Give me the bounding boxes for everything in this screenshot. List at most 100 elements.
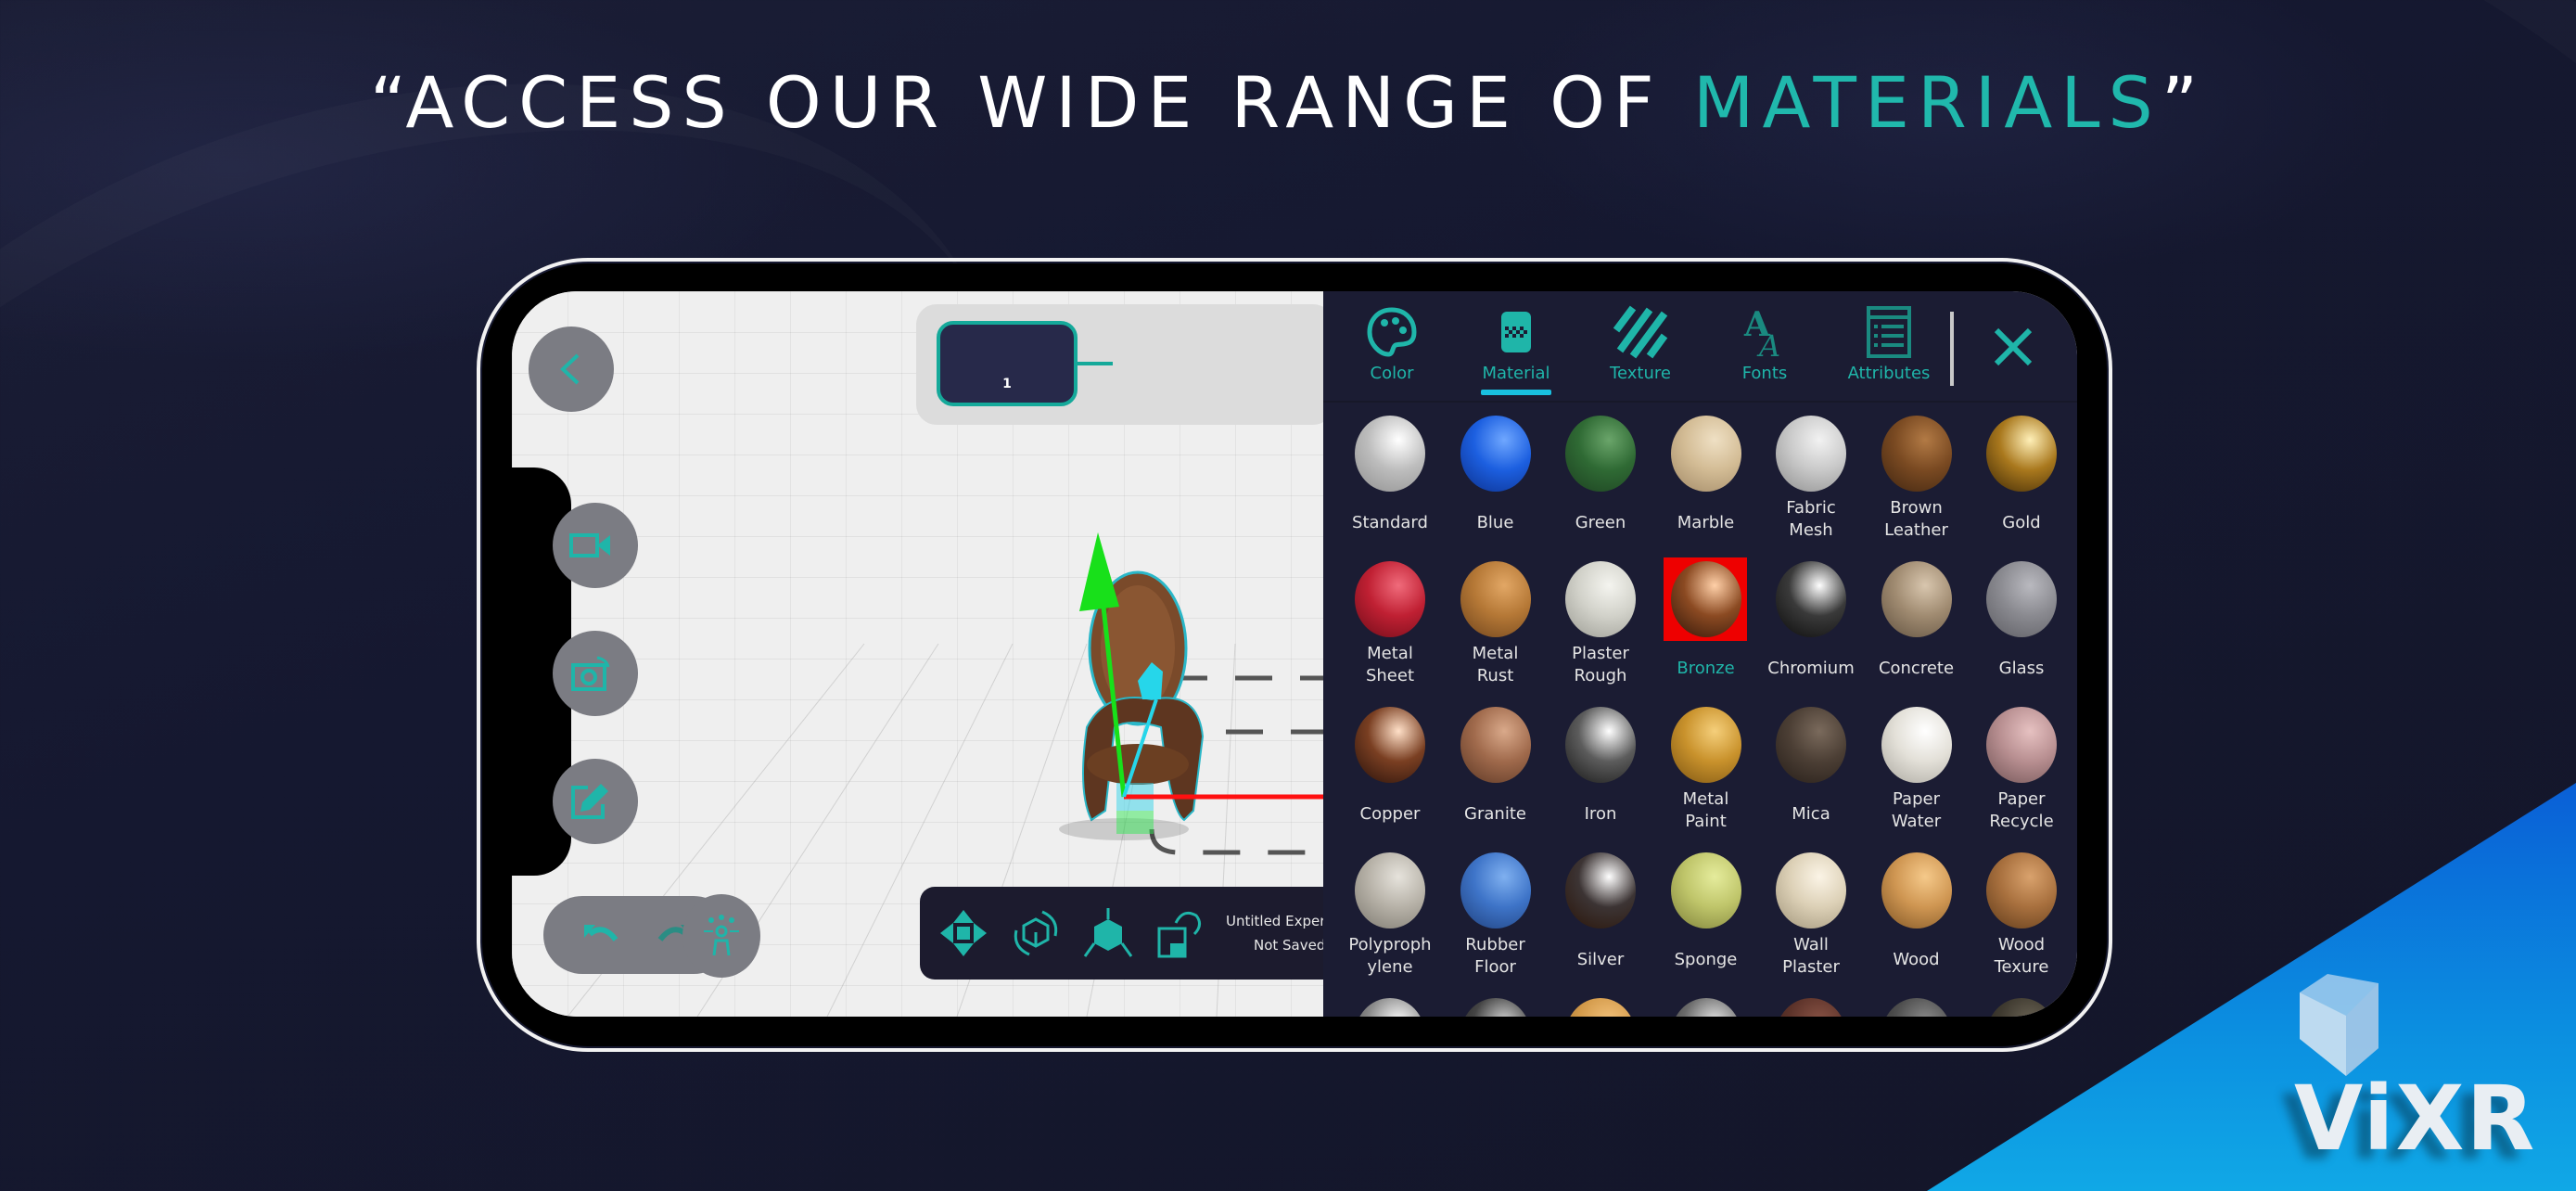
svg-text:A: A: [1756, 328, 1780, 360]
material-sphere: [1986, 416, 2057, 492]
material-sphere: [1355, 707, 1425, 783]
material-label: Blue: [1476, 513, 1514, 532]
tab-divider: [1950, 312, 1954, 386]
material-item[interactable]: Glass: [1970, 561, 2073, 700]
material-item[interactable]: Gold: [1970, 416, 2073, 555]
material-item[interactable]: Chromium: [1759, 561, 1863, 700]
rotate-cube-icon[interactable]: [1009, 906, 1063, 960]
material-item[interactable]: Metal Sheet: [1338, 561, 1442, 700]
material-label: Gold: [2002, 513, 2041, 532]
material-item[interactable]: Iron: [1549, 707, 1652, 846]
close-icon[interactable]: [1983, 317, 2043, 377]
gizmo-y-arrow[interactable]: [1079, 532, 1119, 611]
material-label: Metal Sheet: [1365, 644, 1415, 685]
material-item[interactable]: [1759, 998, 1863, 1017]
headline-prefix: “ACCESS OUR WIDE RANGE OF: [369, 61, 1693, 144]
headline-suffix: ”: [2161, 61, 2207, 144]
material-sphere: [1776, 852, 1846, 928]
material-sphere: [1776, 561, 1846, 637]
material-label: Wood: [1893, 950, 1940, 969]
material-item[interactable]: [1338, 998, 1442, 1017]
material-item[interactable]: Silver: [1549, 852, 1652, 992]
fonts-icon: AA: [1743, 305, 1780, 360]
scene-hierarchy-button[interactable]: [682, 894, 760, 978]
material-sphere: [1776, 998, 1846, 1017]
material-item[interactable]: Paper Water: [1865, 707, 1969, 846]
material-label: Fabric Mesh: [1786, 498, 1836, 540]
timeline-node[interactable]: 1: [937, 321, 1078, 406]
material-item[interactable]: Granite: [1444, 707, 1548, 846]
material-item[interactable]: Polyproph ylene: [1338, 852, 1442, 992]
material-item[interactable]: Rubber Floor: [1444, 852, 1548, 992]
move-arrows-icon[interactable]: [937, 906, 990, 960]
material-item[interactable]: [1444, 998, 1548, 1017]
material-sphere: [1355, 998, 1425, 1017]
3d-viewport[interactable]: 1 Untitled Exper Not Saved: [512, 291, 1333, 1017]
document-info: Untitled Exper Not Saved: [1226, 909, 1325, 957]
material-label: Green: [1575, 513, 1626, 532]
record-video-button[interactable]: [553, 503, 638, 588]
material-sphere: [1670, 707, 1741, 783]
tab-fonts[interactable]: AA Fonts: [1709, 304, 1820, 397]
material-item[interactable]: Metal Paint: [1654, 707, 1758, 846]
tab-material[interactable]: Material: [1460, 304, 1572, 397]
vixr-cube-icon: [2300, 974, 2378, 1076]
material-label: Concrete: [1878, 659, 1955, 678]
tab-color[interactable]: Color: [1336, 304, 1447, 397]
material-sphere: [1986, 561, 2057, 637]
material-item[interactable]: Wood: [1865, 852, 1969, 992]
back-button[interactable]: [529, 327, 614, 412]
app-screen: 1 Untitled Exper Not Saved Color Materia…: [512, 291, 2077, 1017]
material-item[interactable]: [1654, 998, 1758, 1017]
material-label: Marble: [1677, 513, 1735, 532]
gizmo-plane-handle[interactable]: [1116, 811, 1154, 834]
material-item[interactable]: Wall Plaster: [1759, 852, 1863, 992]
material-item[interactable]: Blue: [1444, 416, 1548, 555]
material-label: Glass: [1998, 659, 2045, 678]
camera-rotate-icon: [571, 656, 610, 691]
save-status: Not Saved: [1253, 937, 1326, 954]
material-sphere: [1881, 707, 1952, 783]
material-sphere: [1460, 561, 1531, 637]
material-item[interactable]: Fabric Mesh: [1759, 416, 1863, 555]
material-item[interactable]: Brown Leather: [1865, 416, 1969, 555]
material-item[interactable]: Standard: [1338, 416, 1442, 555]
material-item[interactable]: Copper: [1338, 707, 1442, 846]
active-tab-indicator: [1481, 390, 1551, 395]
material-sphere: [1670, 852, 1741, 928]
material-item[interactable]: [1549, 998, 1652, 1017]
reset-transform-icon[interactable]: [1154, 906, 1207, 960]
material-item[interactable]: [1970, 998, 2073, 1017]
edit-note-button[interactable]: [553, 759, 638, 844]
material-item[interactable]: Marble: [1654, 416, 1758, 555]
material-sphere: [1460, 416, 1531, 492]
material-item[interactable]: Plaster Rough: [1549, 561, 1652, 700]
capture-photo-button[interactable]: [553, 631, 638, 716]
material-item[interactable]: Wood Texure: [1970, 852, 2073, 992]
tab-fonts-label: Fonts: [1741, 364, 1788, 383]
material-label: Sponge: [1674, 950, 1738, 969]
material-sphere: [1881, 561, 1952, 637]
material-item[interactable]: Concrete: [1865, 561, 1969, 700]
tab-attributes[interactable]: Attributes: [1833, 304, 1945, 397]
page-headline: “ACCESS OUR WIDE RANGE OF MATERIALS”: [0, 61, 2576, 144]
tab-texture[interactable]: Texture: [1585, 304, 1696, 397]
chevron-left-icon: [560, 353, 580, 385]
material-item[interactable]: Bronze: [1654, 557, 1758, 700]
undo-icon[interactable]: [580, 919, 625, 951]
material-item[interactable]: [1865, 998, 1969, 1017]
timeline-connector: [1078, 362, 1113, 365]
material-item[interactable]: Sponge: [1654, 852, 1758, 992]
material-sphere: [1355, 852, 1425, 928]
material-label: Chromium: [1767, 659, 1855, 678]
material-sphere: [1670, 998, 1741, 1017]
tab-attributes-label: Attributes: [1847, 364, 1931, 383]
material-item[interactable]: Metal Rust: [1444, 561, 1548, 700]
material-label: Mica: [1792, 804, 1830, 824]
scale-cube-icon[interactable]: [1081, 906, 1135, 960]
material-sphere: [1776, 416, 1846, 492]
tab-material-label: Material: [1482, 364, 1550, 383]
material-item[interactable]: Mica: [1759, 707, 1863, 846]
material-item[interactable]: Paper Recycle: [1970, 707, 2073, 846]
material-item[interactable]: Green: [1549, 416, 1652, 555]
